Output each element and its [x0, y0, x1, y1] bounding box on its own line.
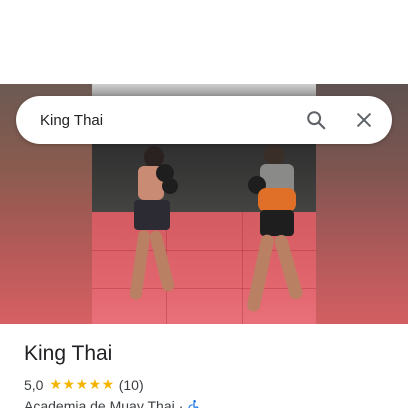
clear-search-button[interactable]: [346, 102, 382, 138]
star-rating-icon: ★★★★★: [49, 376, 115, 392]
place-category: Academia de Muay Thai: [24, 398, 175, 408]
rating-row[interactable]: 5,0 ★★★★★ (10): [24, 376, 144, 393]
place-title: King Thai: [24, 342, 113, 365]
fighter-left: [126, 144, 186, 314]
search-bar: [16, 96, 392, 144]
place-info-panel[interactable]: King Thai 5,0 ★★★★★ (10) Academia de Mua…: [0, 324, 408, 408]
wheelchair-icon: [188, 400, 199, 408]
category-row: Academia de Muay Thai ·: [24, 398, 201, 408]
search-button[interactable]: [298, 102, 334, 138]
close-icon: [357, 113, 371, 127]
rating-value: 5,0: [24, 376, 44, 393]
search-input[interactable]: [16, 96, 298, 144]
search-icon: [307, 111, 326, 130]
separator-dot: ·: [178, 398, 184, 408]
review-count: (10): [118, 376, 144, 393]
fighter-right: [230, 144, 310, 320]
